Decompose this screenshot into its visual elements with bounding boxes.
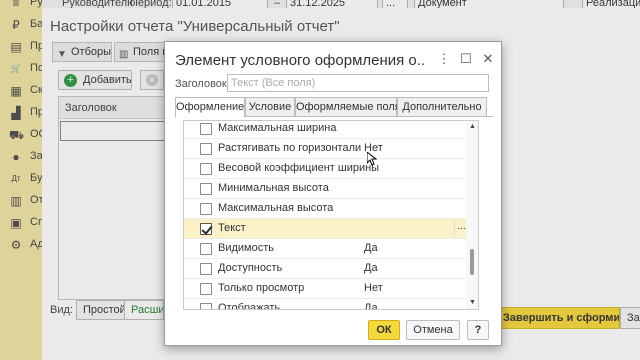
- property-checkbox[interactable]: [200, 183, 212, 195]
- tab-condition[interactable]: Условие: [245, 97, 295, 117]
- ok-button[interactable]: ОК: [368, 320, 400, 340]
- property-row[interactable]: Минимальная высота: [184, 179, 468, 199]
- property-checkbox[interactable]: [200, 243, 212, 255]
- dialog-title: Элемент условного оформления о...: [175, 52, 425, 69]
- scroll-thumb[interactable]: [470, 249, 474, 275]
- property-row[interactable]: Весовой коэффициент ширины: [184, 159, 468, 179]
- property-checkbox[interactable]: [200, 303, 212, 309]
- property-value[interactable]: Нет: [364, 282, 383, 294]
- cancel-button[interactable]: Отмена: [406, 320, 460, 340]
- property-row[interactable]: Максимальная ширина: [184, 121, 468, 139]
- help-button[interactable]: ?: [467, 320, 489, 340]
- more-menu-icon[interactable]: ⋮: [437, 52, 451, 66]
- maximize-icon[interactable]: ☐: [459, 52, 473, 66]
- tab-appearance[interactable]: Оформление: [175, 97, 245, 118]
- property-row[interactable]: Текст...: [184, 219, 468, 239]
- property-checkbox[interactable]: [200, 123, 212, 135]
- property-value[interactable]: Да: [364, 302, 378, 309]
- property-name: Максимальная ширина: [218, 122, 337, 134]
- property-name: Растягивать по горизонтали: [218, 142, 362, 154]
- property-name: Минимальная высота: [218, 182, 329, 194]
- close-icon[interactable]: ✕: [481, 52, 495, 66]
- property-name: Доступность: [218, 262, 283, 274]
- dialog-tabs: Оформление Условие Оформляемые поля Допо…: [175, 97, 493, 118]
- property-row[interactable]: Видимость Да: [184, 239, 468, 259]
- property-checkbox[interactable]: [200, 163, 212, 175]
- tab-additional[interactable]: Дополнительно: [397, 97, 487, 117]
- property-row[interactable]: Доступность Да: [184, 259, 468, 279]
- property-name: Текст: [218, 222, 246, 234]
- vertical-scrollbar[interactable]: ▲ ▼: [466, 121, 478, 309]
- property-checkbox[interactable]: [200, 263, 212, 275]
- property-name: Максимальная высота: [218, 202, 334, 214]
- property-row[interactable]: Растягивать по горизонтали Нет: [184, 139, 468, 159]
- property-name: Видимость: [218, 242, 274, 254]
- property-checkbox[interactable]: [200, 223, 212, 235]
- header-input[interactable]: Текст (Все поля): [227, 74, 489, 92]
- conditional-format-dialog: Элемент условного оформления о... ⋮ ☐ ✕ …: [164, 41, 502, 346]
- header-label: Заголовок:: [175, 78, 230, 90]
- scroll-up-icon[interactable]: ▲: [469, 123, 476, 130]
- property-checkbox[interactable]: [200, 143, 212, 155]
- property-value[interactable]: Да: [364, 242, 378, 254]
- property-value[interactable]: Да: [364, 262, 378, 274]
- property-row[interactable]: Максимальная высота: [184, 199, 468, 219]
- property-row[interactable]: Только просмотр Нет: [184, 279, 468, 299]
- scroll-down-icon[interactable]: ▼: [469, 299, 476, 306]
- property-name: Отображать: [218, 302, 281, 310]
- property-row[interactable]: Отображать Да: [184, 299, 468, 310]
- tab-formatted-fields[interactable]: Оформляемые поля: [295, 97, 401, 117]
- property-checkbox[interactable]: [200, 283, 212, 295]
- appearance-properties-list: Максимальная ширина Растягивать по горизо…: [183, 120, 479, 310]
- property-checkbox[interactable]: [200, 203, 212, 215]
- property-name: Весовой коэффициент ширины: [218, 162, 380, 174]
- property-name: Только просмотр: [218, 282, 305, 294]
